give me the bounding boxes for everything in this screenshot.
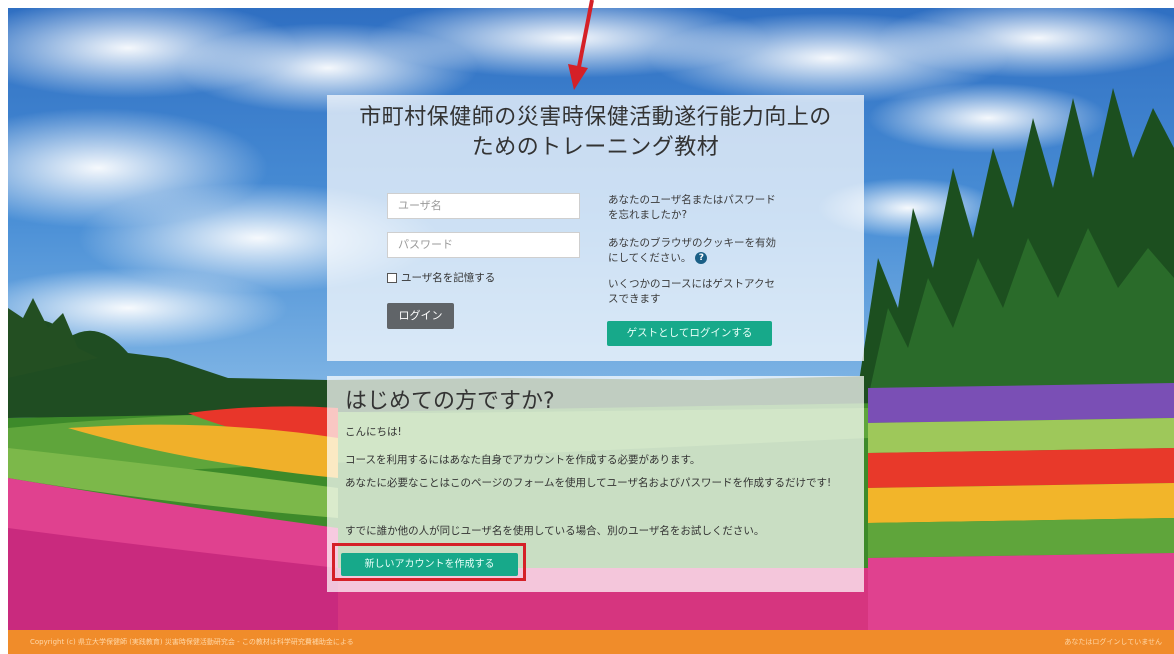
password-placeholder: パスワード [398, 238, 453, 251]
username-input[interactable]: ユーザ名 [387, 193, 580, 219]
page-title-line2: ためのトレーニング教材 [471, 135, 720, 160]
login-button[interactable]: ログイン [387, 303, 454, 329]
page-title: 市町村保健師の災害時保健活動遂行能力向上の ためのトレーニング教材 [327, 103, 864, 163]
question-circle-icon[interactable]: ? [695, 252, 708, 264]
password-input[interactable]: パスワード [387, 232, 580, 258]
remember-username-label: ユーザ名を記憶する [401, 272, 496, 284]
forgot-password-line1: あなたのユーザ名またはパスワード [608, 194, 776, 206]
guest-access-line2: スできます [608, 293, 661, 305]
checkbox-icon[interactable] [387, 272, 397, 283]
guest-access-notice: いくつかのコースにはゲストアクセ スできます [608, 277, 808, 307]
username-placeholder: ユーザ名 [398, 199, 442, 212]
cookie-notice: あなたのブラウザのクッキーを有効 にしてください。? [608, 236, 808, 266]
forgot-password-line2: を忘れましたか? [608, 209, 688, 221]
signup-panel: はじめての方ですか? こんにちは! コースを利用するにはあなた自身でアカウントを… [327, 376, 864, 592]
login-panel: 市町村保健師の災害時保健活動遂行能力向上の ためのトレーニング教材 ユーザ名 パ… [327, 95, 864, 361]
create-account-button[interactable]: 新しいアカウントを作成する [341, 553, 518, 576]
guest-access-line1: いくつかのコースにはゲストアクセ [608, 278, 775, 290]
red-arrow-icon [568, 0, 594, 90]
footer-copyright: Copyright (c) 県立大学保健師 (実践教育) 災害時保健活動研究会 … [30, 638, 354, 646]
forgot-password-link[interactable]: あなたのユーザ名またはパスワード を忘れましたか? [608, 193, 808, 223]
signup-greeting: こんにちは! [345, 426, 402, 438]
signup-paragraph-2: あなたに必要なことはこのページのフォームを使用してユーザ名およびパスワードを作成… [345, 477, 832, 489]
signup-paragraph-1: コースを利用するにはあなた自身でアカウントを作成する必要があります。 [345, 454, 701, 466]
signup-heading: はじめての方ですか? [345, 389, 555, 414]
page-title-line1: 市町村保健師の災害時保健活動遂行能力向上の [359, 105, 832, 130]
login-page: 市町村保健師の災害時保健活動遂行能力向上の ためのトレーニング教材 ユーザ名 パ… [0, 0, 1174, 654]
guest-login-button[interactable]: ゲストとしてログインする [607, 321, 772, 346]
cookie-notice-line2-wrap: にしてください。? [608, 251, 808, 266]
signup-paragraph-3: すでに誰か他の人が同じユーザ名を使用している場合、別のユーザ名をお試しください。 [345, 525, 765, 537]
cookie-notice-line1: あなたのブラウザのクッキーを有効 [608, 237, 776, 249]
cookie-notice-line2: にしてください。 [608, 252, 692, 264]
footer-login-status: あなたはログインしていません [1064, 638, 1162, 646]
footer: Copyright (c) 県立大学保健師 (実践教育) 災害時保健活動研究会 … [8, 630, 1174, 654]
remember-username-checkbox[interactable]: ユーザ名を記憶する [387, 270, 495, 285]
